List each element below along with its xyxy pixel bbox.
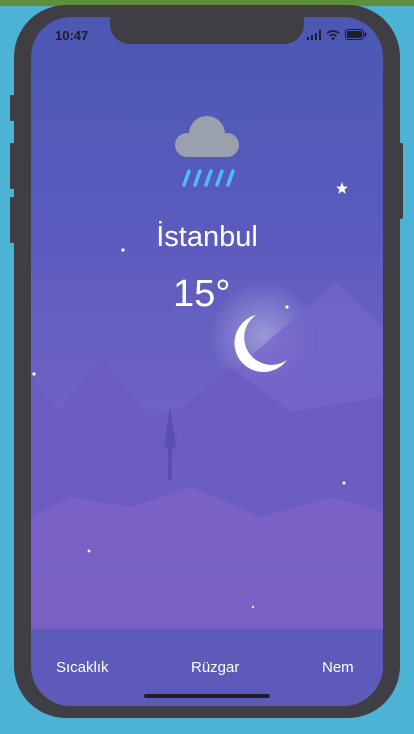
wifi-icon (326, 29, 340, 40)
tab-wind[interactable]: Rüzgar (191, 659, 239, 676)
home-indicator[interactable] (144, 694, 270, 698)
star (342, 481, 346, 485)
cellular-signal-icon (307, 29, 321, 40)
star (285, 305, 289, 309)
notch (110, 17, 304, 44)
rain-cloud-icon (175, 116, 239, 187)
star (251, 605, 255, 609)
tree-trunk (168, 445, 172, 480)
tab-temperature[interactable]: Sıcaklık (56, 659, 109, 676)
city-name: İstanbul (156, 221, 258, 253)
star (87, 549, 91, 553)
foreground-mist (31, 557, 383, 629)
star (32, 372, 36, 376)
status-time: 10:47 (55, 28, 89, 43)
star-icon (336, 182, 348, 194)
app-screen: 10:47 İstanbul 15° Sıcaklık Rüzgar Nem (31, 17, 383, 706)
tab-humidity[interactable]: Nem (322, 659, 354, 676)
temperature: 15° (173, 273, 231, 315)
status-icons (307, 29, 367, 40)
battery-icon (345, 29, 367, 40)
